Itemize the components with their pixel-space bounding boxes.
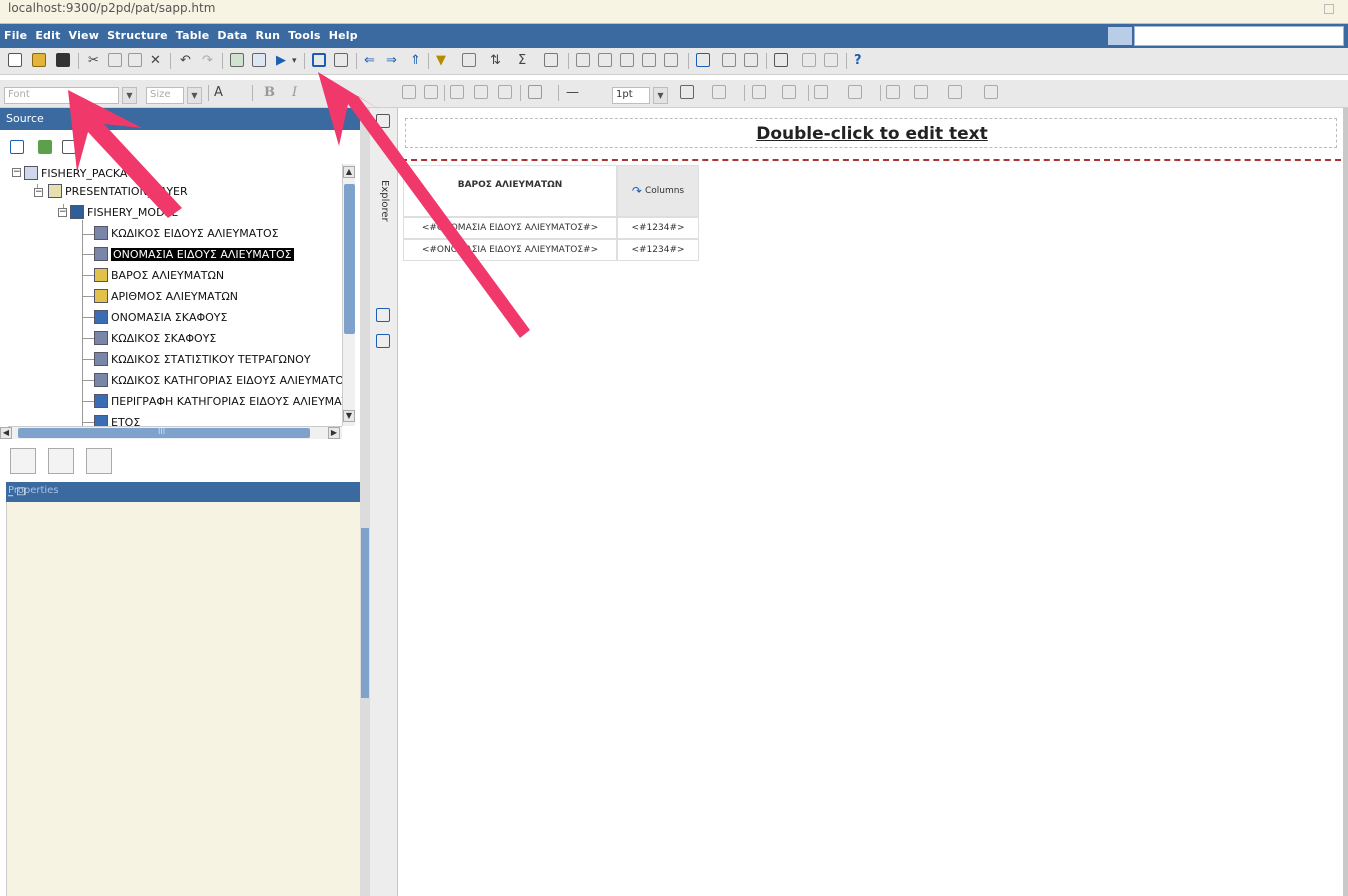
annotation-arrow-run bbox=[318, 72, 530, 338]
annotation-arrows bbox=[68, 72, 530, 338]
annotation-arrow-save bbox=[68, 90, 182, 218]
